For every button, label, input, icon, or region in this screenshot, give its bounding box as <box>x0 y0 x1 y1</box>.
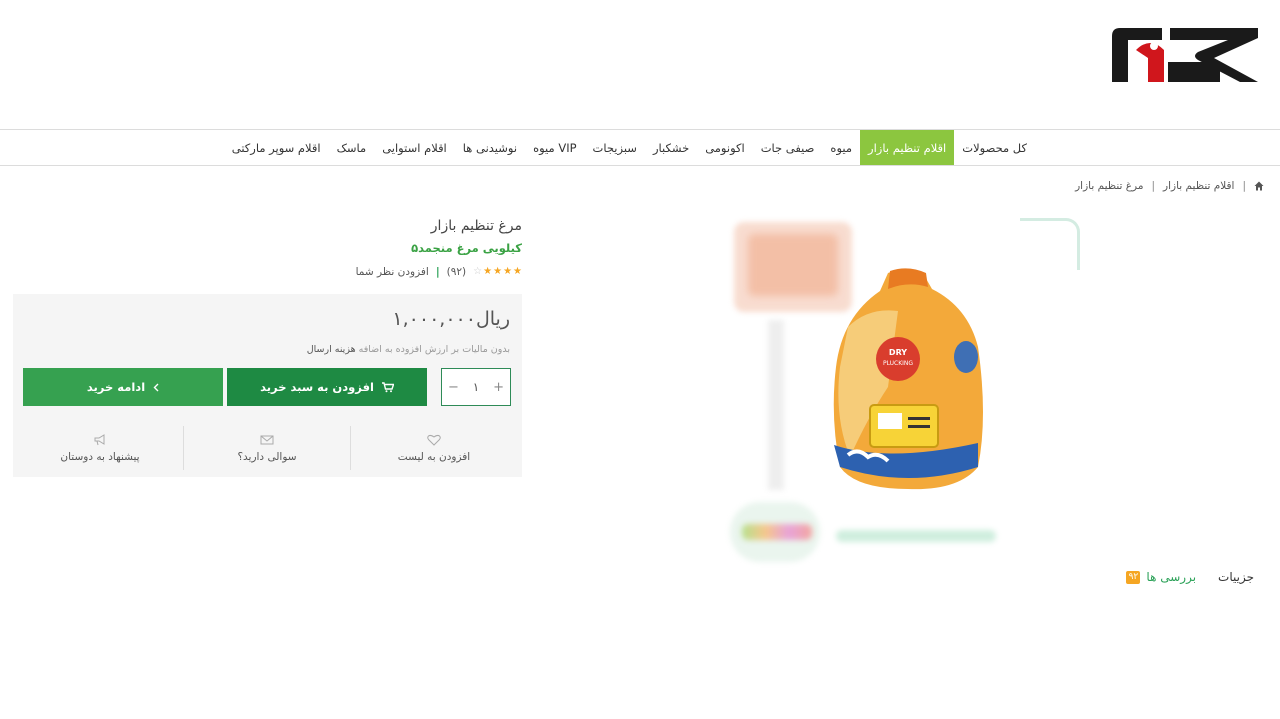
nav-item-3[interactable]: صیفی جات <box>753 130 823 165</box>
star-filled-icon: ★ <box>503 266 513 277</box>
nav-item-2[interactable]: میوه <box>822 130 860 165</box>
quantity-stepper: + ۱ − <box>441 368 511 406</box>
quantity-increase-button[interactable]: + <box>493 380 504 395</box>
breadcrumb-separator: | <box>1151 180 1156 192</box>
continue-shopping-label: ادامه خرید <box>86 380 146 394</box>
frozen-chicken-package-image: DRY PLUCKING <box>833 268 983 490</box>
nav-item-10[interactable]: ماسک <box>329 130 375 165</box>
svg-text:PLUCKING: PLUCKING <box>883 360 913 367</box>
nav-item-5[interactable]: خشکبار <box>645 130 697 165</box>
tax-note: بدون مالیات بر ارزش افزوده به اضافه هزین… <box>307 344 510 355</box>
add-to-cart-label: افزودن به سبد خرید <box>260 380 374 394</box>
add-review-link[interactable]: افزودن نظر شما <box>356 266 429 278</box>
star-filled-icon: ★ <box>483 266 493 277</box>
nav-item-8[interactable]: نوشیدنی ها <box>455 130 525 165</box>
breadcrumb: | اقلام تنظیم بازار | مرغ تنظیم بازار <box>1075 180 1264 192</box>
star-filled-icon: ★ <box>493 266 503 277</box>
nav-item-6[interactable]: سبزیجات <box>585 130 645 165</box>
rating-separator: | <box>435 266 440 278</box>
megaphone-icon <box>94 433 105 445</box>
ask-question-button[interactable]: سوالی دارید؟ <box>183 426 350 470</box>
site-logo[interactable] <box>1110 24 1265 86</box>
breadcrumb-item-category[interactable]: اقلام تنظیم بازار <box>1163 180 1234 192</box>
shipping-cost-note: هزینه ارسال <box>306 344 356 355</box>
tab-details[interactable]: جزییات <box>1218 570 1254 584</box>
ask-question-label: سوالی دارید؟ <box>237 450 297 463</box>
product-price: ۱,۰۰۰,۰۰۰ریال <box>392 308 510 330</box>
suggest-to-friends-button[interactable]: پیشنهاد به دوستان <box>17 426 183 470</box>
nav-item-4[interactable]: اکونومی <box>697 130 753 165</box>
nav-item-7[interactable]: میوه VIP <box>525 130 584 165</box>
blurred-label-inner <box>748 234 838 296</box>
svg-text:DRY: DRY <box>889 348 907 357</box>
main-nav: کل محصولات اقلام تنظیم بازار میوه صیفی جات ا… <box>0 129 1280 166</box>
add-to-wishlist-button[interactable]: افزودن به لیست <box>350 426 517 470</box>
blurred-divider <box>768 320 784 490</box>
rating-row: ★ ★ ★ ★ ☆ (۹۲) | افزودن نظر شما <box>356 266 522 278</box>
product-actions: افزودن به لیست سوالی دارید؟ پیشنهاد به د… <box>17 426 517 470</box>
blurred-caption-bar <box>836 530 996 542</box>
nav-items: کل محصولات اقلام تنظیم بازار میوه صیفی جات ا… <box>224 130 1035 165</box>
product-image[interactable]: DRY PLUCKING <box>720 212 1090 582</box>
reviews-count-badge: ۹۲ <box>1126 570 1141 584</box>
tab-reviews-label: بررسی ها <box>1146 570 1197 584</box>
nav-item-9[interactable]: اقلام استوایی <box>374 130 455 165</box>
quantity-decrease-button[interactable]: − <box>448 380 459 395</box>
cart-icon <box>381 381 394 392</box>
blurred-color-dots <box>742 524 812 540</box>
heart-icon <box>427 434 441 446</box>
suggest-to-friends-label: پیشنهاد به دوستان <box>60 450 140 463</box>
home-icon[interactable] <box>1254 181 1264 191</box>
envelope-icon <box>260 435 274 444</box>
breadcrumb-separator: | <box>1242 180 1246 192</box>
star-empty-icon: ☆ <box>473 266 483 277</box>
product-subtitle: ۵کیلویی مرغ منجمد <box>411 241 522 255</box>
quantity-value[interactable]: ۱ <box>473 380 479 394</box>
chevron-left-icon <box>153 383 159 391</box>
nav-item-0[interactable]: کل محصولات <box>954 130 1035 165</box>
nav-item-1[interactable]: اقلام تنظیم بازار <box>860 130 955 165</box>
star-filled-icon: ★ <box>513 266 522 277</box>
purchase-panel: ۱,۰۰۰,۰۰۰ریال بدون مالیات بر ارزش افزوده… <box>13 294 522 477</box>
tab-reviews[interactable]: بررسی ها ۹۲ <box>1126 570 1196 584</box>
rating-count: (۹۲) <box>446 266 467 278</box>
rating-stars: ★ ★ ★ ★ ☆ <box>473 267 522 277</box>
decorative-corner <box>1020 218 1080 270</box>
continue-shopping-button[interactable]: ادامه خرید <box>23 368 223 406</box>
tab-details-label: جزییات <box>1218 570 1254 584</box>
add-to-wishlist-label: افزودن به لیست <box>397 450 471 463</box>
add-to-cart-button[interactable]: افزودن به سبد خرید <box>227 368 427 406</box>
product-title: مرغ تنظیم بازار <box>430 218 522 234</box>
tax-note-text: بدون مالیات بر ارزش افزوده به اضافه <box>358 344 510 355</box>
breadcrumb-item-current: مرغ تنظیم بازار <box>1075 180 1144 192</box>
nav-item-11[interactable]: اقلام سوپر مارکتی <box>224 130 329 165</box>
product-tabs: جزییات بررسی ها ۹۲ <box>1126 570 1254 584</box>
